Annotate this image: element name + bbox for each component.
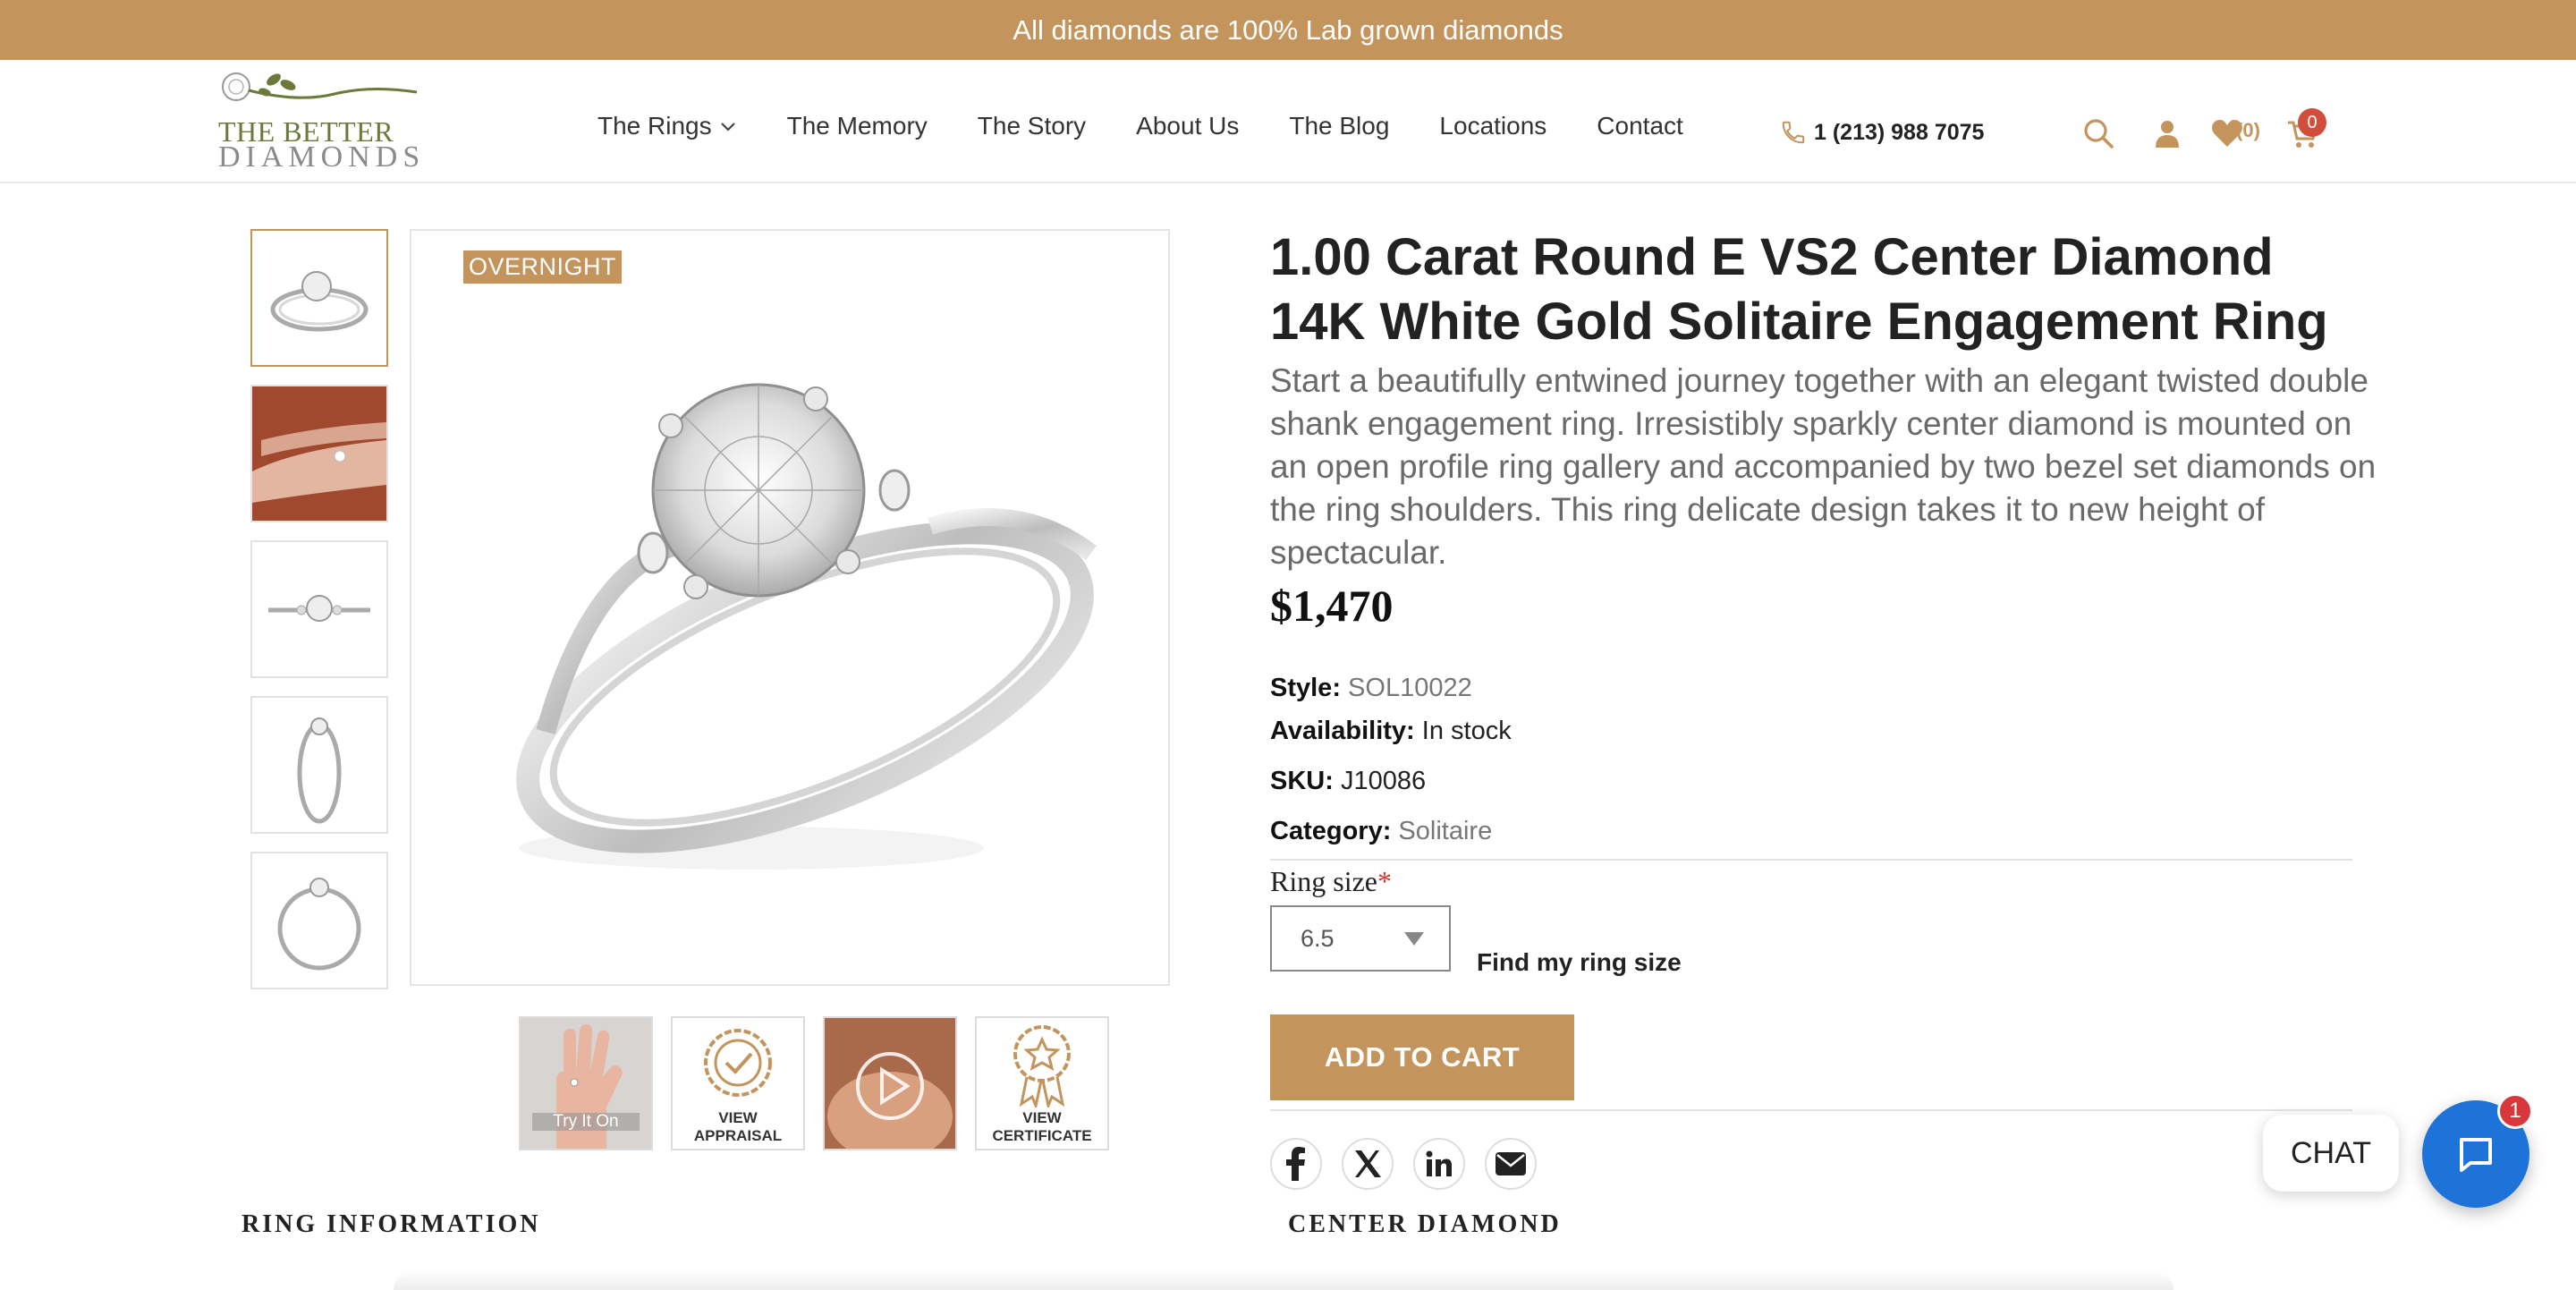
overnight-badge: OVERNIGHT: [463, 250, 623, 284]
ring-front-thumbnail-image: [268, 595, 370, 622]
wishlist-count: (0): [2236, 119, 2260, 141]
nav-the-rings[interactable]: The Rings: [597, 112, 737, 140]
account-icon[interactable]: [2149, 115, 2185, 151]
nav-label: The Rings: [597, 112, 712, 140]
view-appraisal-tile[interactable]: VIEW APPRAISAL: [671, 1016, 805, 1150]
add-to-cart-button[interactable]: ADD TO CART: [1270, 1014, 1574, 1100]
x-twitter-icon: [1355, 1150, 1381, 1177]
cart-count-badge: 0: [2298, 108, 2326, 137]
logo-text-bottom: DIAMONDS: [218, 140, 426, 174]
content-card-edge: [394, 1270, 2174, 1290]
phone-link[interactable]: 1 (213) 988 7075: [1780, 119, 1984, 146]
ring-main-image: [516, 383, 1097, 870]
email-envelope-icon: [1496, 1152, 1526, 1175]
view-appraisal-label: VIEW APPRAISAL: [693, 1109, 783, 1144]
style-label: Style:: [1270, 674, 1341, 702]
linkedin-icon: [1426, 1150, 1452, 1176]
nav-locations[interactable]: Locations: [1439, 112, 1546, 140]
center-diamond-heading[interactable]: CENTER DIAMOND: [1288, 1210, 1562, 1239]
logo[interactable]: THE BETTER DIAMONDS: [218, 67, 419, 174]
sku-row: SKU: J10086: [1270, 767, 1426, 796]
search-icon[interactable]: [2080, 115, 2116, 151]
thumbnail-5[interactable]: [250, 852, 388, 989]
thumbnail-1[interactable]: [250, 229, 388, 367]
nav-the-story[interactable]: The Story: [978, 112, 1086, 140]
view-certificate-tile[interactable]: VIEW CERTIFICATE: [975, 1016, 1109, 1150]
ring-top-thumbnail-image: [277, 878, 361, 971]
ring-size-value: 6.5: [1301, 924, 1335, 952]
try-it-on-label: Try It On: [532, 1113, 640, 1131]
share-x-button[interactable]: [1342, 1138, 1394, 1190]
share-linkedin-button[interactable]: [1413, 1138, 1465, 1190]
sku-label: SKU:: [1270, 767, 1334, 795]
product-price: $1,470: [1270, 581, 1394, 631]
hand-thumbnail-image: [252, 386, 386, 521]
chat-unread-badge: 1: [2497, 1093, 2533, 1129]
phone-icon: [1782, 121, 1805, 144]
product-title: 1.00 Carat Round E VS2 Center Diamond 14…: [1270, 228, 2328, 351]
announcement-text: All diamonds are 100% Lab grown diamonds: [1013, 13, 1563, 46]
site-header: THE BETTER DIAMONDS The Rings The Memory…: [0, 60, 2576, 183]
share-email-button[interactable]: [1485, 1138, 1537, 1190]
ring-side-thumbnail-image: [297, 717, 342, 824]
try-it-on-tile[interactable]: Try It On: [519, 1016, 653, 1150]
sku-value: J10086: [1340, 767, 1427, 795]
main-product-image[interactable]: OVERNIGHT: [410, 229, 1170, 986]
dropdown-caret-icon: [1404, 932, 1424, 946]
ring-thumbnail-image: [270, 271, 369, 332]
find-ring-size-link[interactable]: Find my ring size: [1477, 948, 1682, 977]
chevron-down-icon: [720, 123, 735, 132]
view-certificate-label: VIEW CERTIFICATE: [992, 1109, 1092, 1144]
nav-contact[interactable]: Contact: [1597, 112, 1683, 140]
chat-label-bubble[interactable]: CHAT: [2263, 1115, 2399, 1192]
video-play-icon: [825, 1018, 955, 1149]
availability-value: In stock: [1421, 717, 1512, 745]
style-value: SOL10022: [1348, 674, 1472, 702]
divider: [1270, 1109, 2352, 1111]
style-row: Style: SOL10022: [1270, 674, 1472, 703]
ring-size-select[interactable]: 6.5: [1270, 905, 1451, 972]
thumbnail-3[interactable]: [250, 540, 388, 678]
availability-label: Availability:: [1270, 717, 1415, 745]
category-row: Category: Solitaire: [1270, 817, 1492, 846]
announcement-bar: All diamonds are 100% Lab grown diamonds: [0, 0, 2576, 60]
main-nav: The Rings The Memory The Story About Us …: [597, 112, 1733, 140]
required-asterisk: *: [1377, 865, 1392, 897]
rose-logo-icon: [222, 72, 418, 101]
appraisal-badge-icon: [704, 1029, 772, 1097]
phone-number: 1 (213) 988 7075: [1814, 119, 1985, 145]
category-label: Category:: [1270, 817, 1392, 845]
share-facebook-button[interactable]: [1270, 1138, 1322, 1190]
category-link[interactable]: Solitaire: [1398, 817, 1492, 845]
certificate-ribbon-icon: [1013, 1025, 1071, 1111]
nav-the-memory[interactable]: The Memory: [787, 112, 928, 140]
chat-bubble-icon: [2460, 1138, 2492, 1172]
thumbnail-4[interactable]: [250, 696, 388, 834]
thumbnail-2[interactable]: [250, 385, 388, 522]
product-description: Start a beautifully entwined journey tog…: [1270, 362, 2377, 571]
ring-size-label: Ring size*: [1270, 865, 1392, 897]
divider: [1270, 859, 2352, 861]
ring-information-heading[interactable]: RING INFORMATION: [242, 1210, 540, 1239]
facebook-icon: [1286, 1147, 1305, 1181]
nav-about-us[interactable]: About Us: [1136, 112, 1239, 140]
availability-row: Availability: In stock: [1270, 717, 1512, 746]
nav-the-blog[interactable]: The Blog: [1289, 112, 1389, 140]
video-tile[interactable]: [823, 1016, 957, 1150]
